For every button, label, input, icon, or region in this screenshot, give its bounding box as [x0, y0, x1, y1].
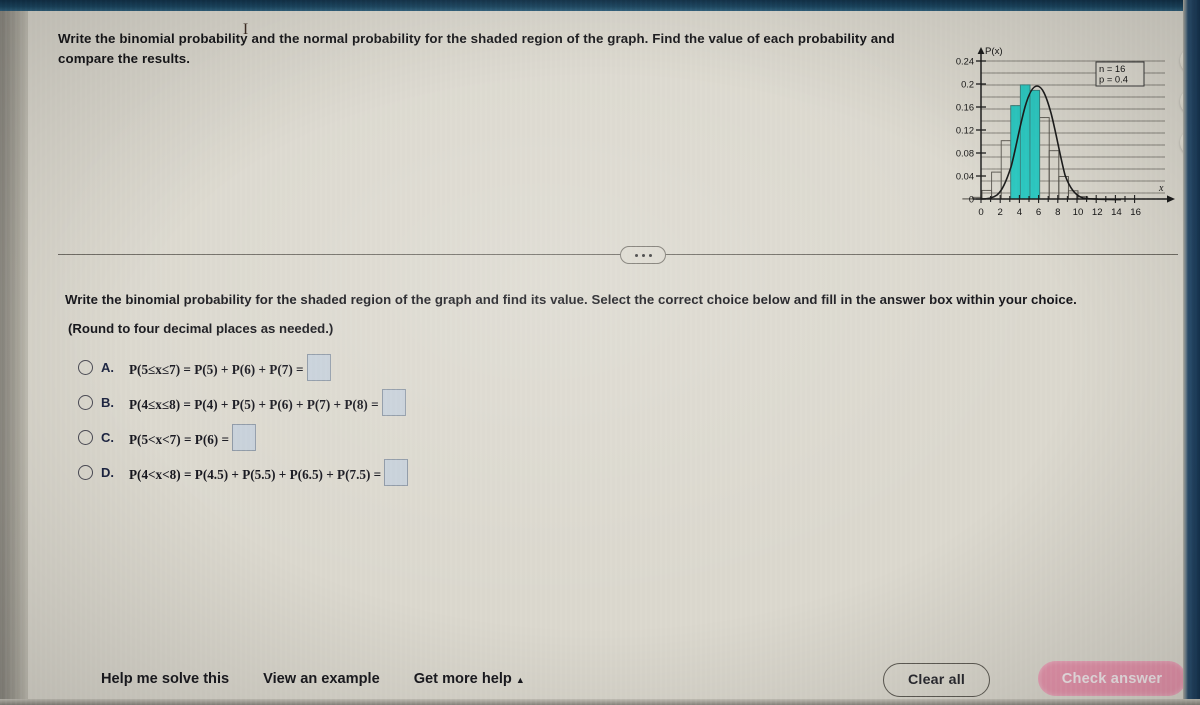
y-tick-label: 0 [969, 194, 974, 204]
y-axis-title: P(x) [985, 46, 1003, 57]
normal-curve [980, 85, 1122, 201]
help-me-solve-this-link[interactable]: Help me solve this [101, 671, 229, 687]
x-tick-labels: 0 2 4 6 8 10 12 14 16 [978, 207, 1141, 218]
ellipsis-dot [634, 253, 638, 257]
choice-expression-b: P(4≤x≤8) = P(4) + P(5) + P(6) + P(7) + P… [129, 389, 406, 416]
answer-input-d[interactable] [384, 459, 409, 486]
legend-n-label: n = 16 [1099, 63, 1125, 74]
y-tick-label: 0.2 [961, 79, 974, 89]
ellipsis-dot [641, 253, 645, 257]
y-tick-labels: 0 0.04 0.08 0.12 0.16 0.2 0.24 [956, 56, 974, 204]
shaded-region [1010, 84, 1041, 200]
x-axis-arrow [1167, 195, 1175, 203]
legend-p-label: p = 0.4 [1099, 74, 1128, 85]
view-an-example-link[interactable]: View an example [263, 671, 380, 687]
get-more-help-label: Get more help [413, 671, 512, 687]
choice-expression-c-text: P(5<x<7) = P(6) = [129, 432, 230, 447]
choice-a[interactable]: A. P(5≤x≤7) = P(5) + P(6) + P(7) = [78, 350, 1128, 385]
choice-letter-c: C. [101, 430, 114, 445]
y-tick-label: 0.04 [956, 171, 974, 181]
choice-expression-a: P(5≤x≤7) = P(5) + P(6) + P(7) = [129, 354, 331, 381]
radio-button-a[interactable] [78, 360, 93, 375]
answer-choice-list: A. P(5≤x≤7) = P(5) + P(6) + P(7) = B. P(… [78, 350, 1128, 490]
x-tick-label: 4 [1017, 207, 1023, 218]
answer-input-a[interactable] [306, 354, 331, 381]
question-statement: Write the binomial probability and the n… [58, 31, 895, 66]
choice-d[interactable]: D. P(4<x<8) = P(4.5) + P(5.5) + P(6.5) +… [78, 455, 1128, 490]
x-tick-label: 12 [1092, 207, 1103, 218]
get-more-help-link[interactable]: Get more help ▲ [414, 671, 525, 687]
y-tick-label: 0.12 [956, 125, 974, 135]
choice-expression-a-text: P(5≤x≤7) = P(5) + P(6) + P(7) = [129, 362, 304, 377]
screen-left-bezel [0, 11, 28, 705]
choice-expression-b-text: P(4≤x≤8) = P(4) + P(5) + P(6) + P(7) + P… [129, 397, 379, 412]
exercise-sheet: Write the binomial probability and the n… [28, 11, 1200, 699]
rounding-instruction: (Round to four decimal places as needed.… [68, 321, 334, 336]
footer-help-links: Help me solve this View an example Get m… [101, 671, 525, 687]
probability-histogram-graph: 0 0.04 0.08 0.12 0.16 0.2 0.24 0 2 4 6 8… [933, 39, 1183, 224]
x-tick-label: 14 [1111, 207, 1122, 218]
screen-top-bezel [0, 0, 1200, 11]
screen-bottom-bezel [0, 699, 1200, 705]
choice-expression-d-text: P(4<x<8) = P(4.5) + P(5.5) + P(6.5) + P(… [129, 467, 382, 482]
answer-input-c[interactable] [232, 424, 257, 451]
choice-b[interactable]: B. P(4≤x≤8) = P(4) + P(5) + P(6) + P(7) … [78, 385, 1128, 420]
y-tick-label: 0.24 [956, 56, 974, 66]
more-options-button[interactable] [620, 246, 666, 264]
x-axis-title: x [1158, 183, 1164, 194]
choice-letter-d: D. [101, 465, 114, 480]
histogram-svg: 0 0.04 0.08 0.12 0.16 0.2 0.24 0 2 4 6 8… [956, 46, 1175, 218]
choice-expression-c: P(5<x<7) = P(6) = [129, 424, 257, 451]
x-tick-label: 0 [978, 207, 983, 218]
text-cursor-icon: I [242, 21, 249, 38]
choice-c[interactable]: C. P(5<x<7) = P(6) = [78, 420, 1128, 455]
y-tick-label: 0.16 [956, 102, 974, 112]
choice-letter-b: B. [101, 395, 114, 410]
clear-all-button[interactable]: Clear all [883, 663, 990, 697]
x-tick-label: 10 [1073, 207, 1084, 218]
x-tick-label: 8 [1055, 207, 1060, 218]
choice-expression-d: P(4<x<8) = P(4.5) + P(5.5) + P(6.5) + P(… [129, 459, 409, 486]
sub-question-prompt: Write the binomial probability for the s… [65, 292, 1077, 307]
ellipsis-dot [648, 253, 652, 257]
app-screen: Write the binomial probability and the n… [0, 0, 1200, 705]
answer-input-b[interactable] [381, 389, 406, 416]
check-answer-button[interactable]: Check answer [1038, 661, 1186, 696]
radio-button-b[interactable] [78, 395, 93, 410]
y-tick-label: 0.08 [956, 148, 974, 158]
radio-button-d[interactable] [78, 465, 93, 480]
section-divider [58, 254, 1178, 255]
x-tick-label: 16 [1130, 207, 1141, 218]
x-tick-label: 6 [1036, 207, 1041, 218]
radio-button-c[interactable] [78, 430, 93, 445]
x-tick-label: 2 [998, 207, 1003, 218]
y-axis-arrow [977, 47, 985, 54]
choice-letter-a: A. [101, 360, 114, 375]
caret-up-icon: ▲ [515, 675, 525, 685]
screen-right-bezel [1183, 0, 1200, 705]
